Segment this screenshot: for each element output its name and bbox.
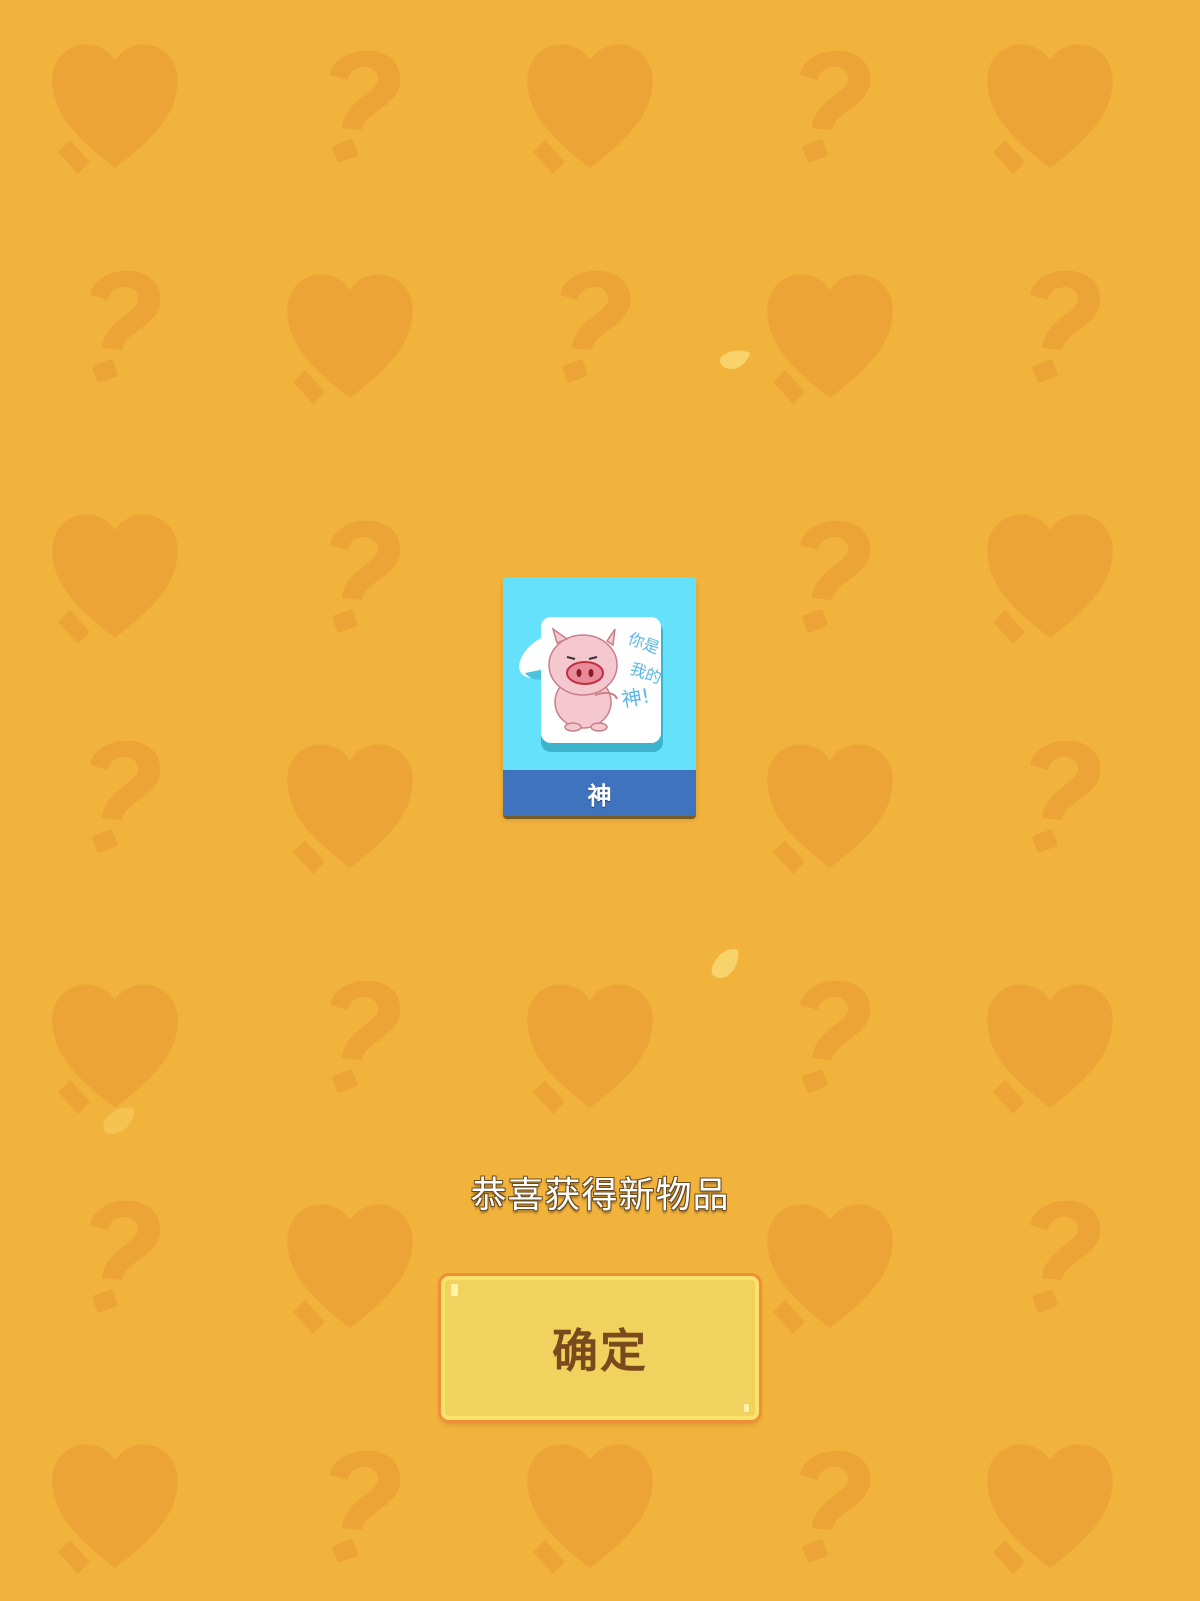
confirm-button[interactable]: 确定: [441, 1276, 759, 1420]
pig-sticker-icon: 你是 我的 神!: [519, 617, 664, 752]
svg-text:神!: 神!: [620, 683, 652, 712]
button-highlight: [744, 1404, 749, 1412]
reward-card[interactable]: 你是 我的 神! 神: [503, 577, 696, 816]
card-image-area: 你是 我的 神!: [503, 577, 696, 770]
card-name-bar: 神: [503, 770, 696, 816]
congrats-message: 恭喜获得新物品: [470, 1175, 730, 1216]
reward-item-name: 神: [587, 781, 612, 810]
button-highlight: [451, 1284, 458, 1296]
confirm-button-label: 确定: [552, 1324, 648, 1378]
